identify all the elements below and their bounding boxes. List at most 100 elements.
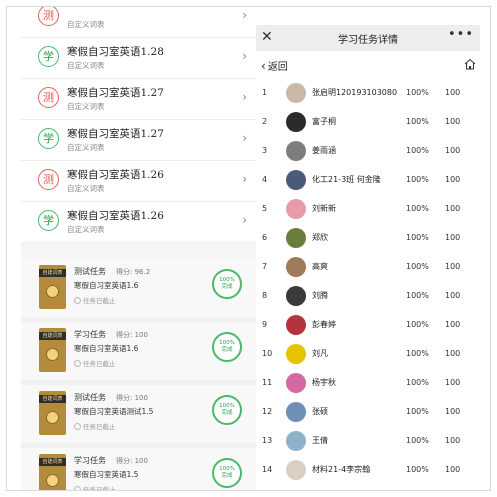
clock-icon (74, 486, 81, 490)
task-card[interactable]: 自建词表 测试任务 得分: 100 寒假自习室英语测试1.5 任务已截止 100% 完成 (21, 385, 257, 448)
student-score: 100 (445, 146, 461, 155)
student-score: 100 (445, 320, 461, 329)
student-row[interactable]: 7 高爽 100% 100 (256, 253, 480, 282)
progress-label: 完成 (221, 284, 233, 290)
homework-subtitle: 自定义词表 (67, 61, 105, 70)
student-score: 100 (445, 88, 461, 97)
student-row[interactable]: 2 富子桐 100% 100 (256, 108, 480, 137)
progress-label: 完成 (221, 347, 233, 353)
completion-percent: 100% (406, 88, 429, 97)
student-row[interactable]: 9 彭春婷 100% 100 (256, 311, 480, 340)
student-name: 高爽 (312, 262, 328, 271)
student-score: 100 (445, 204, 461, 213)
progress-value: 100% (219, 277, 235, 283)
student-row[interactable]: 6 郑欣 100% 100 (256, 224, 480, 253)
student-row[interactable]: 4 化工21-3班 何金隆 100% 100 (256, 166, 480, 195)
student-row[interactable]: 3 姜雨涵 100% 100 (256, 137, 480, 166)
student-rank: 2 (262, 117, 268, 126)
homework-item[interactable]: 学寒假自习室英语1.26 自定义词表 › (21, 202, 257, 243)
avatar (286, 141, 306, 161)
progress-ring: 100% 完成 (212, 332, 242, 362)
avatar (286, 199, 306, 219)
task-name: 寒假自习室英语测试1.5 (74, 407, 154, 416)
avatar (286, 460, 306, 480)
task-card[interactable]: 自建词表 测试任务 得分: 96.2 寒假自习室英语1.6 任务已截止 100% 完成 (21, 259, 257, 322)
student-row[interactable]: 8 刘腾 100% 100 (256, 282, 480, 311)
student-row[interactable]: 1 张启明120193103080 100% 100 (256, 79, 480, 108)
student-name: 郑欣 (312, 233, 328, 242)
homework-title: 寒假自习室英语1.27 (67, 128, 164, 140)
student-name: 化工21-3班 何金隆 (312, 175, 381, 184)
homework-type-badge: 学 (38, 210, 59, 231)
avatar (286, 257, 306, 277)
student-score: 100 (445, 349, 461, 358)
task-status-label: 任务已截止 (83, 360, 116, 368)
student-name: 彭春婷 (312, 320, 336, 329)
student-rank: 13 (262, 436, 273, 445)
student-name: 富子桐 (312, 117, 336, 126)
student-score: 100 (445, 117, 461, 126)
back-button[interactable]: ‹ 返回 (261, 58, 288, 73)
student-score: 100 (445, 465, 461, 474)
homework-type-badge: 测 (38, 169, 59, 190)
task-status: 任务已截止 (74, 295, 116, 305)
avatar (286, 228, 306, 248)
completion-percent: 100% (406, 204, 429, 213)
more-icon[interactable]: ••• (448, 27, 474, 42)
student-row[interactable]: 5 刘新新 100% 100 (256, 195, 480, 224)
student-score: 100 (445, 175, 461, 184)
page-title: 学习任务详情 (338, 35, 398, 46)
student-rank: 7 (262, 262, 268, 271)
book-emblem-icon (46, 348, 59, 361)
student-rank: 6 (262, 233, 268, 242)
book-cover-icon: 自建词表 (39, 454, 66, 490)
student-rank: 3 (262, 146, 268, 155)
progress-value: 100% (219, 403, 235, 409)
task-card[interactable]: 自建词表 学习任务 得分: 100 寒假自习室英语1.5 任务已截止 100% 完成 (21, 448, 257, 490)
homework-subtitle: 自定义词表 (67, 225, 105, 234)
task-name: 寒假自习室英语1.5 (74, 470, 139, 479)
student-row[interactable]: 13 王倩 100% 100 (256, 427, 480, 456)
student-list: 1 张启明120193103080 100% 100 2 富子桐 100% 100 3 姜雨涵 10… (256, 79, 480, 485)
homework-item[interactable]: 学寒假自习室英语1.28 自定义词表 › (21, 38, 257, 79)
homework-item[interactable]: 测自定义词表 › (21, 7, 257, 38)
completion-percent: 100% (406, 175, 429, 184)
progress-label: 完成 (221, 473, 233, 479)
task-type: 测试任务 (74, 267, 106, 276)
homework-item[interactable]: 学寒假自习室英语1.27 自定义词表 › (21, 120, 257, 161)
avatar (286, 112, 306, 132)
student-row[interactable]: 14 材料21-4李宗翰 100% 100 (256, 456, 480, 485)
student-row[interactable]: 12 张硕 100% 100 (256, 398, 480, 427)
student-name: 王倩 (312, 436, 328, 445)
progress-ring: 100% 完成 (212, 458, 242, 488)
avatar (286, 373, 306, 393)
completion-percent: 100% (406, 436, 429, 445)
task-name: 寒假自习室英语1.6 (74, 344, 139, 353)
student-rank: 5 (262, 204, 268, 213)
avatar (286, 286, 306, 306)
homework-type-badge: 测 (38, 87, 59, 108)
home-icon[interactable] (464, 58, 476, 70)
student-name: 姜雨涵 (312, 146, 336, 155)
task-card[interactable]: 自建词表 学习任务 得分: 100 寒假自习室英语1.6 任务已截止 100% 完成 (21, 322, 257, 385)
student-score: 100 (445, 436, 461, 445)
homework-subtitle: 自定义词表 (67, 20, 105, 29)
student-row[interactable]: 10 刘凡 100% 100 (256, 340, 480, 369)
chevron-right-icon: › (242, 8, 247, 22)
completion-percent: 100% (406, 320, 429, 329)
homework-subtitle: 自定义词表 (67, 102, 105, 111)
task-status: 任务已截止 (74, 358, 116, 368)
student-name: 张硕 (312, 407, 328, 416)
progress-ring: 100% 完成 (212, 269, 242, 299)
chevron-right-icon: › (242, 49, 247, 63)
clock-icon (74, 297, 81, 304)
progress-label: 完成 (221, 410, 233, 416)
completion-percent: 100% (406, 117, 429, 126)
homework-panel: 测自定义词表 › 学寒假自习室英语1.28 自定义词表 › 测寒假自习室英语1.27 自定义… (21, 7, 257, 490)
completion-percent: 100% (406, 349, 429, 358)
homework-item[interactable]: 测寒假自习室英语1.27 自定义词表 › (21, 79, 257, 120)
task-detail-panel: ✕ 学习任务详情 ••• ‹ 返回 1 张启明120193103080 100% 100… (256, 25, 480, 490)
homework-item[interactable]: 测寒假自习室英语1.26 自定义词表 › (21, 161, 257, 202)
student-row[interactable]: 11 杨宇秋 100% 100 (256, 369, 480, 398)
student-name: 刘腾 (312, 291, 328, 300)
